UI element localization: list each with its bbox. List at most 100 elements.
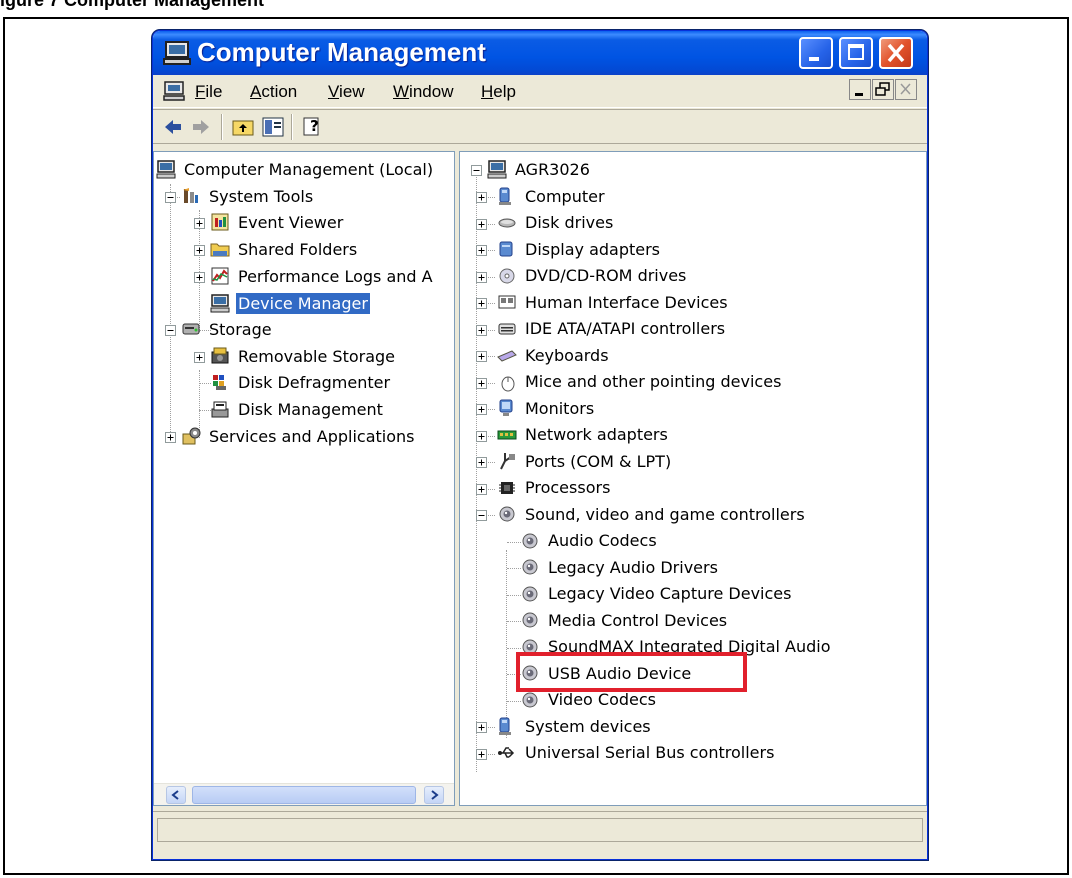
expand-toggle[interactable]: [165, 432, 176, 443]
collapse-toggle[interactable]: [476, 510, 487, 521]
tree-item-ports-com-lpt[interactable]: Ports (COM & LPT): [497, 449, 673, 473]
collapse-toggle[interactable]: [165, 192, 176, 203]
tree-item-mice-and-other-pointing-devices[interactable]: Mice and other pointing devices: [497, 370, 783, 394]
disk-defragmenter-icon: [213, 375, 226, 390]
dvd-drive-icon: [499, 268, 515, 283]
expand-toggle[interactable]: [476, 483, 487, 495]
back-arrow-icon[interactable]: [161, 115, 185, 139]
expand-toggle[interactable]: [476, 351, 487, 362]
plus-icon: [478, 380, 485, 386]
toolbar-separator: [221, 114, 223, 140]
tree-item-monitors[interactable]: Monitors: [497, 396, 596, 420]
tree-item-label: Performance Logs and A: [238, 266, 433, 286]
expand-toggle[interactable]: [476, 218, 487, 230]
tree-item-ide-ata-atapi-controllers[interactable]: IDE ATA/ATAPI controllers: [497, 317, 727, 341]
expand-toggle[interactable]: [476, 245, 487, 256]
tree-item-human-interface-devices[interactable]: Human Interface Devices: [497, 290, 730, 314]
tree-item-label: Universal Serial Bus controllers: [525, 743, 775, 762]
services-applications-icon: [182, 427, 201, 445]
expand-toggle[interactable]: [476, 430, 487, 442]
tree-item-label: Computer: [525, 186, 605, 206]
expand-toggle[interactable]: [476, 324, 487, 336]
plus-icon: [478, 406, 485, 413]
tree-item-system-devices[interactable]: System devices: [497, 714, 653, 738]
tree-item-dvd-cd-rom-drives[interactable]: DVD/CD-ROM drives: [497, 264, 688, 288]
mdi-restore-button[interactable]: [872, 79, 894, 100]
tree-item-event-viewer[interactable]: Event Viewer: [210, 210, 345, 234]
forward-arrow-icon[interactable]: [189, 115, 213, 139]
tree-item-computer-management-local[interactable]: Computer Management (Local): [156, 157, 435, 181]
maximize-icon: [848, 44, 864, 60]
menu-file[interactable]: File: [195, 82, 222, 102]
expand-toggle[interactable]: [194, 218, 205, 229]
scroll-left-button[interactable]: [166, 786, 186, 804]
console-tree-pane[interactable]: Computer Management (Local) System Tools…: [153, 151, 455, 806]
tree-item-media-control-devices[interactable]: Media Control Devices: [520, 608, 729, 632]
minimize-button[interactable]: [799, 37, 833, 69]
expand-toggle[interactable]: [476, 748, 487, 760]
close-icon: [887, 43, 905, 63]
help-icon[interactable]: ?: [301, 115, 325, 139]
system-devices-icon: [499, 717, 511, 735]
tree-item-sound-video-and-game-controllers[interactable]: Sound, video and game controllers: [497, 502, 807, 526]
tree-item-performance-logs[interactable]: Performance Logs and A: [210, 264, 435, 288]
mdi-close-button[interactable]: [895, 79, 917, 100]
collapse-toggle[interactable]: [471, 165, 482, 176]
menu-view[interactable]: View: [328, 82, 365, 102]
tree-item-removable-storage[interactable]: Removable Storage: [210, 344, 397, 368]
scroll-thumb[interactable]: [192, 786, 416, 804]
expand-toggle[interactable]: [476, 722, 487, 733]
tree-item-display-adapters[interactable]: Display adapters: [497, 237, 662, 261]
tree-item-disk-defragmenter[interactable]: Disk Defragmenter: [210, 370, 392, 394]
tree-item-network-adapters[interactable]: Network adapters: [497, 423, 670, 447]
ide-controller-icon: [498, 323, 516, 334]
expand-toggle[interactable]: [476, 404, 487, 415]
tree-item-disk-management[interactable]: Disk Management: [210, 397, 385, 421]
device-tree-pane[interactable]: AGR3026 Computer Disk drives Display adapt…: [459, 151, 927, 806]
expand-toggle[interactable]: [476, 192, 487, 203]
tree-item-services-applications[interactable]: Services and Applications: [181, 424, 416, 448]
expand-toggle[interactable]: [476, 377, 487, 389]
tree-item-shared-folders[interactable]: Shared Folders: [210, 237, 359, 261]
close-button[interactable]: [879, 37, 913, 69]
expand-toggle[interactable]: [476, 271, 487, 283]
tree-item-disk-drives[interactable]: Disk drives: [497, 211, 615, 235]
menu-help[interactable]: Help: [481, 82, 516, 102]
tree-connector: [170, 184, 171, 436]
tree-item-computer[interactable]: Computer: [497, 184, 607, 208]
collapse-toggle[interactable]: [165, 325, 176, 336]
expand-toggle[interactable]: [194, 272, 205, 283]
horizontal-scrollbar[interactable]: [154, 783, 454, 805]
tree-item-keyboards[interactable]: Keyboards: [497, 343, 611, 367]
expand-toggle[interactable]: [194, 352, 205, 363]
tree-item-device-manager[interactable]: Device Manager: [210, 291, 370, 315]
tree-item-universal-serial-bus-controllers[interactable]: Universal Serial Bus controllers: [497, 741, 776, 765]
tree-item-label: Computer Management (Local): [184, 159, 434, 179]
up-folder-icon[interactable]: [231, 115, 255, 139]
tree-item-legacy-audio-drivers[interactable]: Legacy Audio Drivers: [520, 555, 720, 579]
expand-toggle[interactable]: [476, 457, 487, 468]
tree-item-legacy-video-capture-devices[interactable]: Legacy Video Capture Devices: [520, 582, 793, 606]
display-adapter-icon: [499, 241, 513, 257]
disk-management-icon: [211, 401, 229, 418]
scroll-right-button[interactable]: [424, 786, 444, 804]
device-manager-icon: [210, 294, 230, 313]
menu-action[interactable]: Action: [250, 82, 297, 102]
minus-icon: [167, 330, 174, 331]
tree-item-processors[interactable]: Processors: [497, 476, 612, 500]
menu-window[interactable]: Window: [393, 82, 453, 102]
maximize-button[interactable]: [839, 37, 873, 69]
toolbar: ?: [153, 109, 927, 144]
tree-item-root-computer[interactable]: AGR3026: [487, 157, 592, 181]
title-bar[interactable]: Computer Management: [153, 31, 927, 75]
system-menu-icon[interactable]: [163, 81, 185, 101]
tree-item-storage[interactable]: Storage: [181, 317, 274, 341]
tree-item-label: Media Control Devices: [548, 610, 728, 630]
expand-toggle[interactable]: [194, 245, 205, 256]
tree-item-system-tools[interactable]: System Tools: [181, 184, 315, 208]
plus-icon: [478, 327, 485, 333]
expand-toggle[interactable]: [476, 298, 487, 309]
tree-item-audio-codecs[interactable]: Audio Codecs: [520, 529, 659, 553]
mdi-minimize-button[interactable]: [849, 79, 871, 100]
show-hide-tree-icon[interactable]: [261, 115, 285, 139]
